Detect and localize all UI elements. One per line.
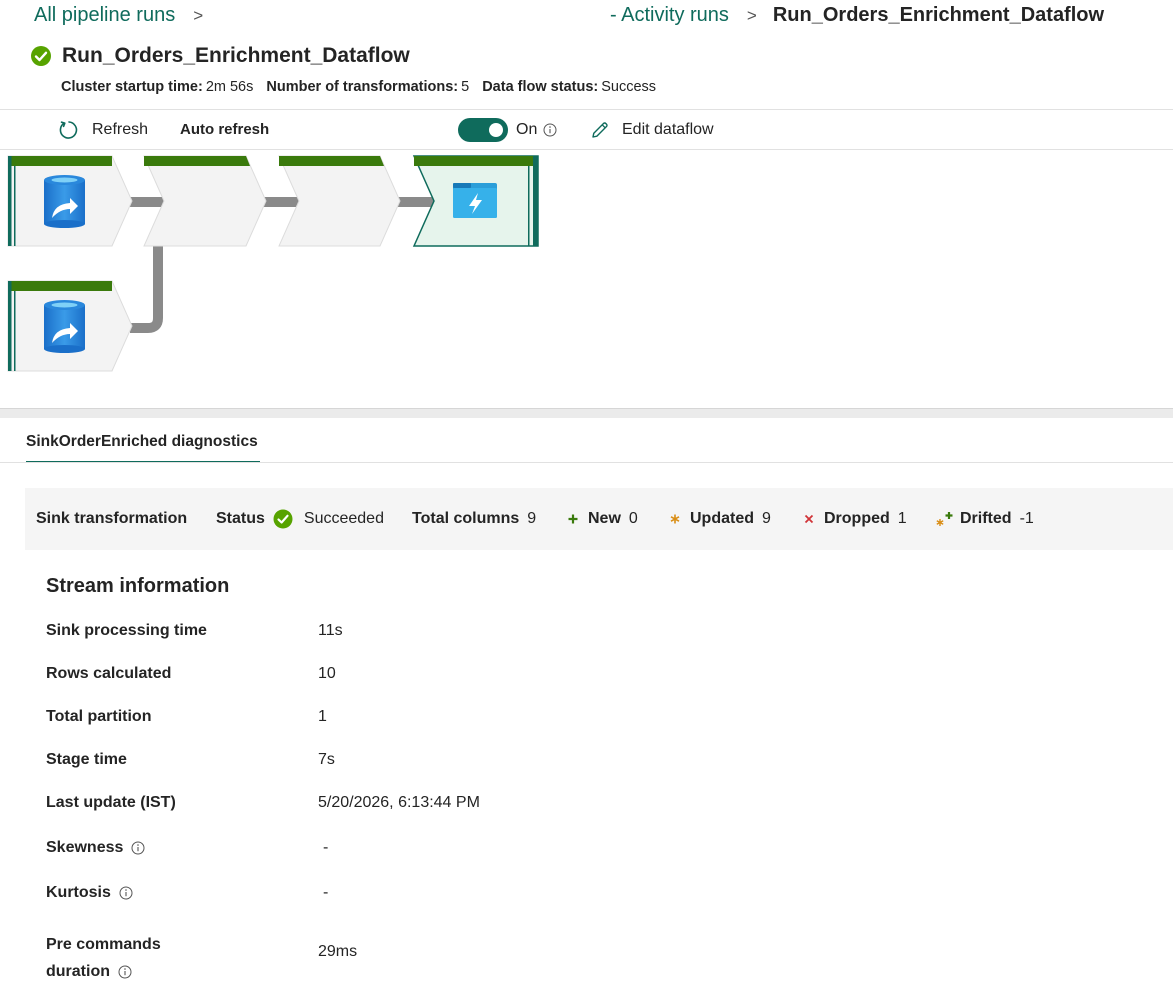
refresh-label: Refresh xyxy=(92,120,149,138)
stream-label-with-info: Kurtosis xyxy=(46,884,133,902)
breadcrumb-activity-runs[interactable]: - Activity runs xyxy=(610,4,729,27)
transformation-type: Sink transformation xyxy=(36,488,187,550)
database-source-icon xyxy=(44,175,85,228)
toolbar: Refresh Auto refresh On Edit dataflow xyxy=(0,110,1173,149)
pane-resize-divider[interactable] xyxy=(0,408,1173,418)
stream-value: 11s xyxy=(318,622,343,639)
drifted-label: Drifted xyxy=(960,510,1012,527)
breadcrumb-all-pipeline-runs[interactable]: All pipeline runs xyxy=(34,4,175,27)
status-summary: Status Succeeded xyxy=(216,488,384,550)
total-columns-summary: Total columns 9 xyxy=(412,488,536,550)
auto-refresh-toggle[interactable]: On xyxy=(458,110,557,149)
plus-icon xyxy=(568,514,578,524)
cluster-startup-value: 2m 56s xyxy=(205,79,254,95)
stream-value: 29ms xyxy=(318,943,358,960)
dropped-label: Dropped xyxy=(824,510,890,527)
total-columns-value: 9 xyxy=(527,510,537,527)
toggle-track[interactable] xyxy=(458,117,508,142)
stream-label-text-2: duration xyxy=(46,963,110,980)
run-metadata: Cluster startup time: 2m 56s Number of t… xyxy=(61,79,669,95)
cross-icon xyxy=(804,514,814,524)
new-value: 0 xyxy=(628,510,638,527)
stream-label-with-info: Skewness xyxy=(46,839,145,857)
pencil-icon xyxy=(592,121,608,138)
status-label: Status xyxy=(216,510,265,527)
cluster-startup-label: Cluster startup time: xyxy=(61,79,203,95)
stream-label: Total partition xyxy=(46,708,152,725)
stream-label-with-info: Pre commands duration xyxy=(46,931,161,985)
breadcrumb-separator: > xyxy=(746,5,757,25)
drifted-value: -1 xyxy=(1019,510,1034,527)
database-source-icon xyxy=(44,300,85,353)
edit-dataflow-label: Edit dataflow xyxy=(622,120,714,138)
status-value: Succeeded xyxy=(303,510,384,527)
dropped-columns-summary: Dropped 1 xyxy=(803,488,907,550)
updated-value: 9 xyxy=(762,510,771,527)
info-icon[interactable] xyxy=(119,886,133,900)
stream-label-text: Skewness xyxy=(46,839,124,856)
edit-dataflow-button[interactable]: Edit dataflow xyxy=(590,110,714,149)
stream-value: 7s xyxy=(318,751,335,768)
divider xyxy=(0,462,1173,463)
diagnostics-summary: Sink transformation Status Succeeded Tot… xyxy=(25,488,1173,550)
updated-columns-summary: Updated 9 xyxy=(669,488,771,550)
stream-label: Rows calculated xyxy=(46,665,172,682)
stream-value: 10 xyxy=(318,665,336,682)
breadcrumb-trail: - Activity runs > Run_Orders_Enrichment_… xyxy=(610,4,1104,27)
toggle-state-label: On xyxy=(516,120,538,138)
breadcrumb-current: Run_Orders_Enrichment_Dataflow xyxy=(772,4,1105,26)
tab-sink-diagnostics[interactable]: SinkOrderEnriched diagnostics xyxy=(26,422,260,463)
success-check-icon xyxy=(273,509,293,529)
graph-node-source-1[interactable] xyxy=(7,155,133,247)
auto-refresh-label: Auto refresh xyxy=(180,121,270,138)
stream-label: Sink processing time xyxy=(46,622,207,639)
stream-value: 5/20/2026, 6:13:44 PM xyxy=(318,794,480,811)
asterisk-icon xyxy=(670,514,680,524)
drifted-columns-summary: Drifted -1 xyxy=(935,488,1034,550)
dataflow-status-value: Success xyxy=(601,79,657,95)
transformations-label: Number of transformations: xyxy=(266,79,459,95)
updated-label: Updated xyxy=(690,510,754,527)
graph-node-source-2[interactable] xyxy=(7,280,133,372)
transformations-value: 5 xyxy=(461,79,470,95)
toggle-knob xyxy=(489,122,503,137)
stream-label-text: Pre commands xyxy=(46,936,161,953)
dataflow-status-label: Data flow status: xyxy=(482,79,599,95)
stream-value: 1 xyxy=(318,708,327,725)
stream-label-text: Kurtosis xyxy=(46,884,111,901)
stream-label: Stage time xyxy=(46,751,127,768)
stream-information-title: Stream information xyxy=(46,575,230,597)
new-columns-summary: New 0 xyxy=(567,488,638,550)
refresh-icon xyxy=(59,120,78,139)
stream-value: - xyxy=(323,839,329,856)
success-check-icon xyxy=(31,46,51,66)
page-title: Run_Orders_Enrichment_Dataflow xyxy=(62,44,410,67)
refresh-button[interactable]: Refresh xyxy=(58,110,148,149)
storage-folder-icon xyxy=(453,183,497,218)
stream-label: Last update (IST) xyxy=(46,794,176,811)
info-icon[interactable] xyxy=(543,123,557,137)
new-label: New xyxy=(588,510,621,527)
total-columns-label: Total columns xyxy=(412,510,520,527)
breadcrumb-separator: > xyxy=(193,5,204,25)
dropped-value: 1 xyxy=(897,510,907,527)
stream-value: - xyxy=(323,884,329,901)
page-header: Run_Orders_Enrichment_Dataflow xyxy=(30,44,410,68)
dataflow-graph xyxy=(7,155,539,372)
transformation-type-label: Sink transformation xyxy=(36,510,188,527)
breadcrumb: All pipeline runs > xyxy=(34,4,203,27)
info-icon[interactable] xyxy=(118,965,132,979)
drifted-icon xyxy=(936,512,953,526)
info-icon[interactable] xyxy=(131,841,145,855)
stream-label-line2: duration xyxy=(46,958,132,985)
